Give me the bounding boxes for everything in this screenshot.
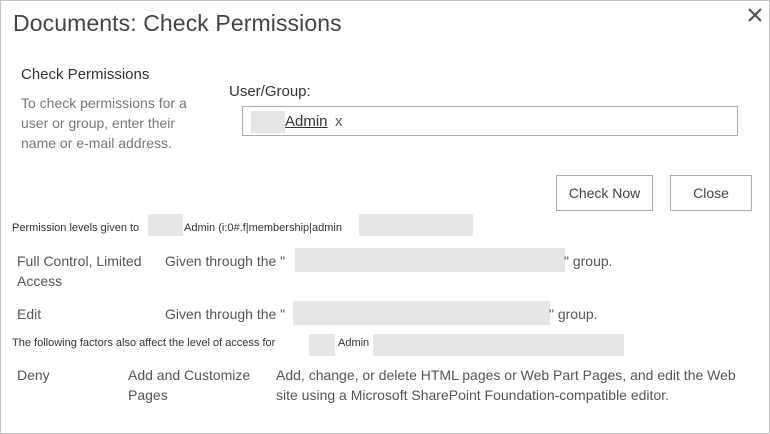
redacted-area (293, 301, 550, 325)
redacted-area (148, 214, 183, 236)
redacted-area (251, 111, 285, 133)
description-suffix: " group. (549, 306, 598, 322)
remove-user-button[interactable]: x (335, 113, 343, 130)
permission-levels-user: Admin (i:0#.f|membership|admin (184, 222, 342, 234)
user-group-input[interactable]: Admin x (242, 106, 738, 136)
resolved-user-token[interactable]: Admin (285, 113, 328, 130)
permission-level-name: Full Control, Limited Access (17, 253, 142, 289)
description-prefix: Given through the " (165, 306, 286, 322)
close-icon[interactable] (745, 5, 765, 25)
factor-permission: Add and Customize Pages (128, 367, 251, 403)
factors-user: Admin (338, 337, 370, 349)
permission-level-description: Given through the " (165, 306, 285, 322)
factors-header: The following factors also affect the le… (12, 337, 276, 349)
description-suffix: " group. (564, 253, 613, 269)
permission-level-description: Given through the " (165, 253, 285, 269)
close-button[interactable]: Close (670, 175, 752, 211)
permission-level-name: Edit (17, 306, 42, 322)
section-title: Check Permissions (21, 66, 150, 83)
factor-description: Add, change, or delete HTML pages or Web… (276, 367, 736, 403)
check-permissions-dialog: Documents: Check Permissions Check Permi… (0, 0, 770, 434)
description-prefix: Given through the " (165, 253, 286, 269)
redacted-area (373, 334, 624, 356)
dialog-title: Documents: Check Permissions (13, 10, 342, 36)
redacted-area (295, 248, 565, 272)
section-description: To check permissions for a user or group… (21, 95, 187, 151)
factor-type: Deny (17, 367, 50, 383)
redacted-area (359, 214, 473, 236)
permission-levels-prefix: Permission levels given to (12, 222, 140, 234)
redacted-area (309, 334, 335, 356)
user-group-label: User/Group: (229, 83, 311, 100)
check-now-button[interactable]: Check Now (556, 175, 653, 211)
permission-levels-header: Permission levels given to (12, 222, 139, 234)
